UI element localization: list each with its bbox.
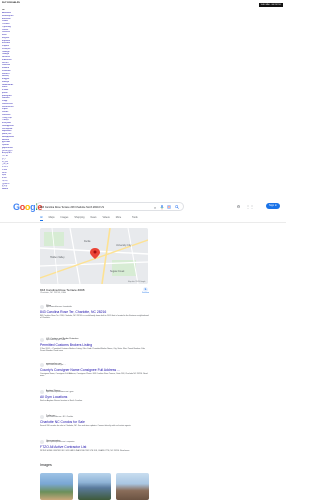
result-url: https://www.mecknc.gov › ... — [46, 365, 66, 367]
search-box[interactable]: × — [36, 202, 184, 211]
logo-letter: G — [13, 202, 20, 212]
site-favicon-icon — [40, 440, 44, 444]
language-items: Afrikaans azərbaycan bosanski català Čeština… — [2, 12, 30, 189]
gear-icon[interactable]: ⚙ — [236, 204, 241, 209]
search-icon[interactable] — [174, 204, 180, 211]
search-input[interactable] — [40, 204, 150, 210]
result-snippet: PETER HOME CENTER INC. 843 CAROLINA ROSE… — [40, 449, 130, 452]
result-url: https://www.trulia.com › NC › Charlotte — [46, 417, 74, 419]
map-preview[interactable]: Derita Hidden Valley Sugaw Creek Univers… — [40, 228, 148, 284]
site-favicon-icon — [40, 338, 44, 342]
tab-images[interactable]: Images — [61, 215, 69, 221]
images-heading: Images — [40, 463, 52, 467]
tab-news[interactable]: News — [90, 215, 96, 221]
map-label: University City — [116, 244, 132, 247]
map-label: Sugaw Creek — [110, 270, 125, 273]
top-bar-badge[interactable]: SHE WALL GE REYUL — [259, 3, 283, 7]
language-list-heading: All — [2, 9, 5, 11]
result-source[interactable]: Anytime Fitness https://www.anytimefitnes… — [40, 390, 150, 395]
map-graphic: Derita Hidden Valley Sugaw Creek Univers… — [40, 228, 148, 284]
map-label: Hidden Valley — [50, 256, 65, 259]
apps-grid-icon[interactable]: ⋮⋮ — [246, 204, 254, 209]
place-subtitle: Charlotte, NC 28216, USA — [40, 292, 66, 294]
result-snippet: Search 260 condos for sale in Charlotte,… — [40, 424, 132, 427]
map-label: Derita — [84, 240, 91, 243]
microphone-icon[interactable] — [159, 204, 165, 211]
result-source[interactable]: www.mecknc.gov https://www.mecknc.gov › .… — [40, 363, 150, 368]
result-url: https://www.cbp.gov › trade — [46, 340, 66, 342]
result-source[interactable]: Opencorporates https://opencorporates.com… — [40, 440, 150, 445]
tab-maps[interactable]: Maps — [49, 215, 55, 221]
result-snippet: Consignee Name, Consignee Full Address, … — [40, 372, 148, 378]
directions-label: Directions — [142, 293, 150, 294]
search-result: Anytime Fitness https://www.anytimefitnes… — [40, 390, 150, 402]
search-result: Trulia.com https://www.trulia.com › NC › … — [40, 415, 150, 427]
map-credit: Map data ©2024 Google — [128, 282, 146, 283]
tab-all[interactable]: All — [40, 215, 43, 221]
result-source[interactable]: U.S. Customs and Border Protection https:… — [40, 338, 150, 343]
search-tabs: All Maps Images Shopping News Videos More — [40, 215, 121, 221]
search-result: www.mecknc.gov https://www.mecknc.gov › .… — [40, 363, 150, 378]
image-thumbnail[interactable] — [40, 473, 73, 500]
search-result: Zillow https://www.zillow.com › homedetai… — [40, 305, 150, 320]
result-snippet: 1 Nov 2024 — Permitted Customs Brokers L… — [40, 347, 146, 353]
result-url: https://www.zillow.com › homedetails — [46, 307, 72, 309]
language-list: All Afrikaans azərbaycan bosanski català Češ… — [2, 9, 30, 189]
search-result: U.S. Customs and Border Protection https:… — [40, 338, 150, 353]
directions-button[interactable]: ➤ Directions — [142, 287, 150, 294]
top-bar: FLIT FOR HELPS SHE WALL GE REYUL — [0, 0, 286, 10]
site-favicon-icon — [40, 363, 44, 367]
tools-button[interactable]: Tools — [132, 215, 138, 221]
language-link[interactable]: తెలుగు — [2, 188, 30, 189]
tab-shopping[interactable]: Shopping — [74, 215, 84, 221]
result-url: https://www.anytimefitness.com › gyms — [46, 392, 74, 394]
directions-icon: ➤ — [143, 287, 148, 292]
result-snippet: 843 Carolina Rose Ter #208, Charlotte, N… — [40, 314, 149, 320]
image-thumbnail[interactable] — [78, 473, 111, 500]
tab-more[interactable]: More — [116, 215, 121, 221]
top-bar-text: FLIT FOR HELPS — [2, 2, 20, 4]
result-snippet: Find an Anytime Fitness location in Nort… — [40, 399, 83, 402]
image-thumbnail[interactable] — [116, 473, 149, 500]
close-icon[interactable]: × — [152, 205, 158, 211]
result-source[interactable]: Trulia.com https://www.trulia.com › NC › … — [40, 415, 150, 420]
search-result: Opencorporates https://opencorporates.com… — [40, 440, 150, 452]
site-favicon-icon — [40, 415, 44, 419]
site-favicon-icon — [40, 390, 44, 394]
sign-in-button[interactable]: Sign in — [266, 203, 280, 209]
result-source[interactable]: Zillow https://www.zillow.com › homedetai… — [40, 305, 150, 310]
result-url: https://opencorporates.com › companies — [46, 442, 75, 444]
site-favicon-icon — [40, 305, 44, 309]
tab-videos[interactable]: Videos — [102, 215, 109, 221]
camera-icon[interactable] — [166, 204, 172, 211]
